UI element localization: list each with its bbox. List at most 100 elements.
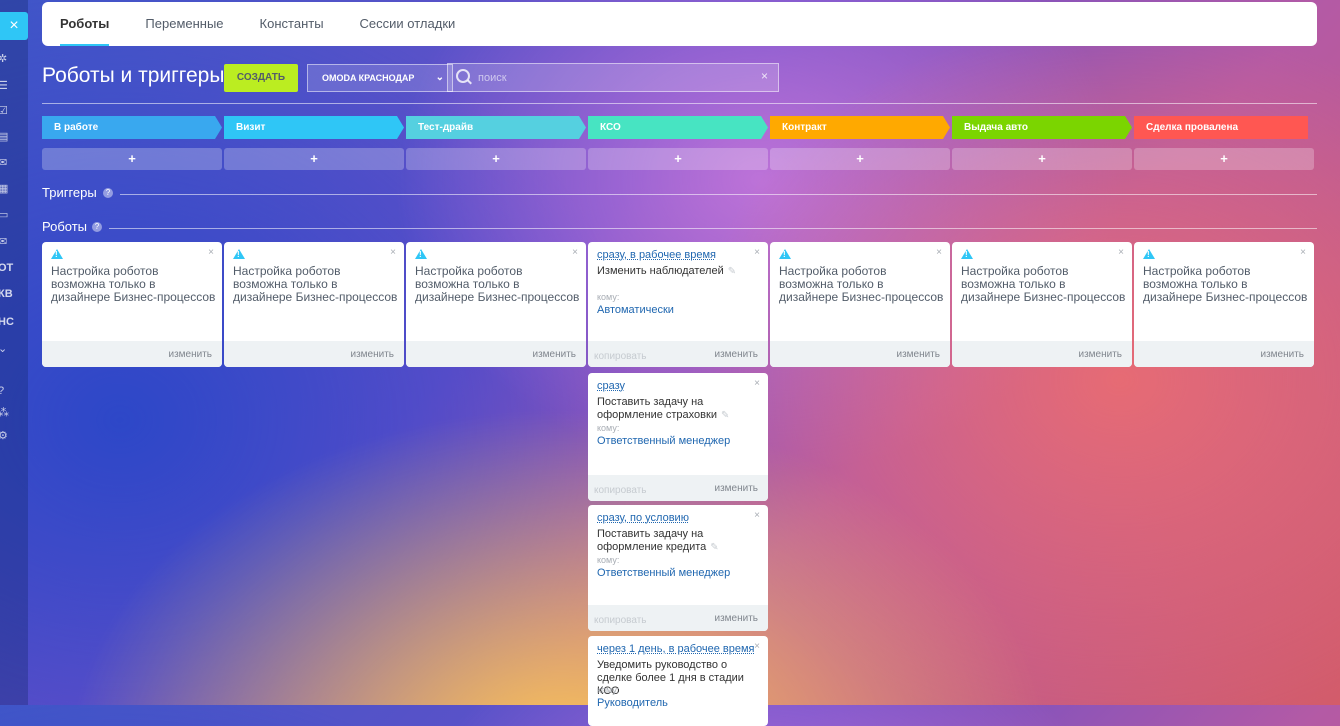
stage-delivery: Выдача авто — [952, 116, 1132, 139]
calendar-icon[interactable]: ▦ — [0, 182, 12, 196]
robot-card-footer: изменить — [406, 341, 586, 367]
copy-link[interactable]: копировать — [594, 351, 647, 362]
help-icon[interactable]: ? — [0, 384, 12, 398]
close-icon[interactable]: × — [754, 247, 760, 258]
robot-timing-link[interactable]: сразу, в рабочее время — [597, 249, 716, 261]
warning-icon — [779, 249, 791, 259]
left-rail: × ✲ ☰ ☑ ▤ ✉ ▦ ▭ ✉ ОТ КВ НС ⌄ ? ⁂ ⚙ — [0, 0, 28, 705]
add-trigger-button[interactable]: + — [42, 148, 222, 170]
rail-item-ot[interactable]: ОТ — [0, 262, 13, 274]
edit-link[interactable]: изменить — [714, 349, 758, 360]
robot-recipient[interactable]: Ответственный менеджер — [597, 567, 730, 579]
pencil-icon[interactable]: ✎ — [728, 266, 736, 277]
robot-recipient[interactable]: Автоматически — [597, 304, 674, 316]
robot-title-text: Поставить задачу на оформление страховки — [597, 396, 717, 421]
robot-timing-link[interactable]: сразу — [597, 380, 625, 392]
robot-title-text: Изменить наблюдателей — [597, 265, 724, 277]
divider — [109, 228, 1317, 229]
robot-card-footer: изменить — [224, 341, 404, 367]
edit-link[interactable]: изменить — [1078, 349, 1122, 360]
close-icon[interactable]: × — [1118, 247, 1124, 258]
close-icon[interactable]: × — [390, 247, 396, 258]
warning-icon — [961, 249, 973, 259]
structure-icon[interactable]: ⁂ — [0, 406, 12, 420]
help-icon[interactable]: ? — [92, 222, 102, 232]
robot-recipient-label: кому: — [597, 555, 620, 565]
create-button[interactable]: СОЗДАТЬ — [224, 64, 298, 92]
tab-bar: Роботы Переменные Константы Сессии отлад… — [42, 2, 1317, 46]
edit-link[interactable]: изменить — [350, 349, 394, 360]
close-icon[interactable]: × — [1300, 247, 1306, 258]
robot-card-footer: копировать изменить — [588, 475, 768, 501]
edit-link[interactable]: изменить — [168, 349, 212, 360]
robot-title: Поставить задачу на оформление страховки… — [597, 396, 765, 422]
robot-timing-link[interactable]: через 1 день, в рабочее время — [597, 643, 755, 655]
robot-card-message: Настройка роботов возможна только в диза… — [961, 264, 1126, 304]
checkbox-icon[interactable]: ☑ — [0, 104, 12, 118]
chat-icon[interactable]: ✉ — [0, 156, 12, 170]
settings-icon[interactable]: ⚙ — [0, 429, 12, 443]
close-icon[interactable]: × — [0, 12, 28, 40]
add-trigger-button[interactable]: + — [406, 148, 586, 170]
filter-icon[interactable]: ☰ — [0, 79, 12, 93]
search-icon — [456, 69, 470, 83]
tab-variables[interactable]: Переменные — [127, 2, 241, 46]
close-icon[interactable]: × — [936, 247, 942, 258]
edit-link[interactable]: изменить — [714, 613, 758, 624]
stage-visit: Визит — [224, 116, 404, 139]
robot-card-message: Настройка роботов возможна только в диза… — [779, 264, 944, 304]
copy-link[interactable]: копировать — [594, 485, 647, 496]
mail-icon[interactable]: ✉ — [0, 235, 12, 249]
robot-recipient-label: кому: — [597, 423, 620, 433]
robot-card: сразу, по условию × Поставить задачу на … — [588, 505, 768, 631]
edit-link[interactable]: изменить — [714, 483, 758, 494]
help-icon[interactable]: ? — [103, 188, 113, 198]
search-input[interactable] — [476, 67, 750, 89]
robot-recipient-label: кому: — [597, 292, 620, 302]
page-title: Роботы и триггеры — [42, 64, 225, 87]
robot-recipient[interactable]: Руководитель — [597, 697, 668, 709]
edit-link[interactable]: изменить — [532, 349, 576, 360]
close-icon[interactable]: × — [754, 641, 760, 652]
tab-robots[interactable]: Роботы — [42, 2, 127, 46]
tab-constants[interactable]: Константы — [242, 2, 342, 46]
tab-debug-sessions[interactable]: Сессии отладки — [342, 2, 474, 46]
pencil-icon[interactable]: ✎ — [710, 542, 718, 553]
close-icon[interactable]: × — [208, 247, 214, 258]
robot-recipient-label: кому: — [597, 685, 620, 695]
warning-icon — [1143, 249, 1155, 259]
close-icon[interactable]: × — [754, 510, 760, 521]
robot-timing-link[interactable]: сразу, по условию — [597, 512, 689, 524]
edit-link[interactable]: изменить — [896, 349, 940, 360]
robot-recipient[interactable]: Ответственный менеджер — [597, 435, 730, 447]
add-trigger-button[interactable]: + — [224, 148, 404, 170]
add-trigger-button[interactable]: + — [588, 148, 768, 170]
rail-item-kv[interactable]: КВ — [0, 288, 13, 300]
search-box: × — [447, 63, 779, 92]
warning-icon — [233, 249, 245, 259]
pencil-icon[interactable]: ✎ — [721, 410, 729, 421]
gear-icon[interactable]: ✲ — [0, 52, 12, 66]
close-icon[interactable]: × — [754, 378, 760, 389]
rail-item-ns[interactable]: НС — [0, 316, 14, 328]
clear-search-icon[interactable]: × — [761, 69, 768, 83]
warning-icon — [415, 249, 427, 259]
robot-card: × Настройка роботов возможна только в ди… — [406, 242, 586, 367]
department-select[interactable]: OMODA КРАСНОДАР ⌄ — [307, 64, 453, 92]
robot-title-text: Поставить задачу на оформление кредита — [597, 528, 707, 553]
robot-card-message: Настройка роботов возможна только в диза… — [233, 264, 398, 304]
robot-title: Поставить задачу на оформление кредита ✎ — [597, 528, 765, 554]
stage-test-drive: Тест-драйв — [406, 116, 586, 139]
add-trigger-button[interactable]: + — [952, 148, 1132, 170]
chevron-down-icon[interactable]: ⌄ — [0, 342, 12, 356]
card-icon[interactable]: ▭ — [0, 208, 12, 222]
robot-card: × Настройка роботов возможна только в ди… — [770, 242, 950, 367]
add-trigger-button[interactable]: + — [1134, 148, 1314, 170]
copy-link[interactable]: копировать — [594, 615, 647, 626]
robot-card: сразу, в рабочее время × Изменить наблюд… — [588, 242, 768, 367]
edit-link[interactable]: изменить — [1260, 349, 1304, 360]
add-trigger-button[interactable]: + — [770, 148, 950, 170]
window-icon[interactable]: ▤ — [0, 130, 12, 144]
close-icon[interactable]: × — [572, 247, 578, 258]
stage-contract: Контракт — [770, 116, 950, 139]
